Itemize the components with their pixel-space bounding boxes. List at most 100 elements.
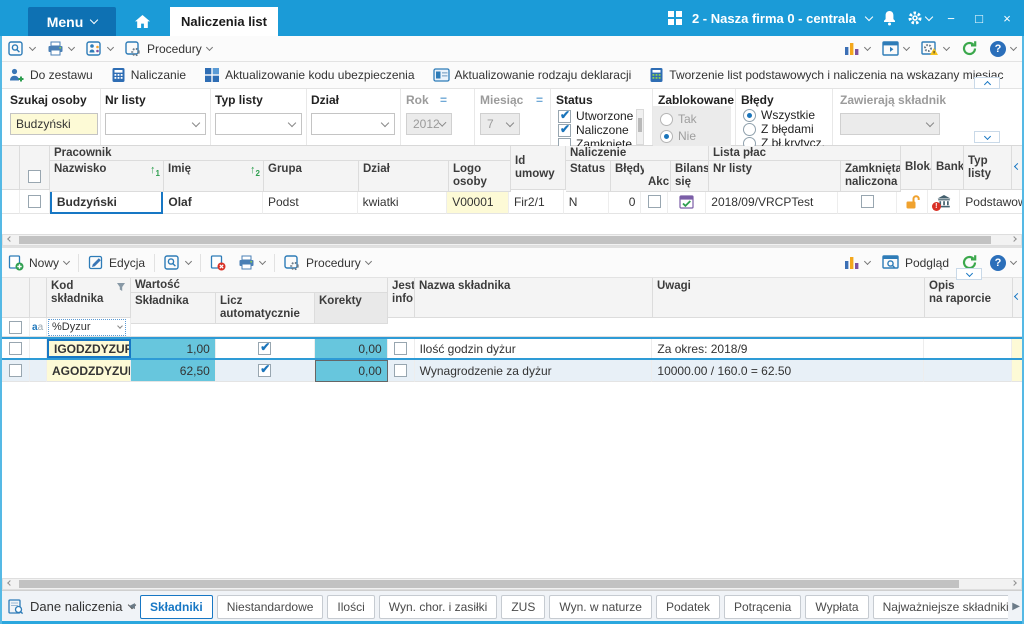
z-bledami-radio[interactable]	[743, 122, 756, 136]
col-blok[interactable]: Blok.	[901, 146, 932, 190]
cell-uwagi[interactable]: Za okres: 2018/9	[652, 339, 925, 358]
col-jest-info[interactable]: Jest info	[388, 278, 415, 318]
select-all-checkbox[interactable]	[28, 170, 41, 183]
col-imie[interactable]: Imię ↑2	[164, 161, 264, 192]
company-chevron-icon[interactable]	[864, 12, 874, 21]
kod-filter-input[interactable]: %Dyzur	[48, 318, 126, 336]
cell-nazwa[interactable]: Ilość godzin dyżur	[415, 339, 653, 358]
export-button[interactable]	[80, 38, 119, 60]
cell-kod[interactable]: IGODZDYZUR	[46, 339, 131, 358]
tab-wyplata[interactable]: Wypłata	[805, 595, 869, 619]
scroll-right-icon[interactable]	[1007, 235, 1021, 245]
maximize-button[interactable]: □	[970, 11, 988, 26]
col-akc[interactable]: Akc	[644, 161, 671, 192]
close-button[interactable]: ×	[998, 11, 1016, 26]
detail-delete-button[interactable]	[204, 252, 232, 274]
tab-niestandardowe[interactable]: Niestandardowe	[216, 595, 324, 619]
tabs-scroll-right-icon[interactable]: ▶	[1012, 601, 1020, 612]
row-select-checkbox[interactable]	[8, 342, 22, 355]
naliczone-checkbox[interactable]	[558, 122, 571, 137]
col-korekty[interactable]: Korekty	[315, 293, 388, 324]
aktualizowanie-rodzaju-button[interactable]: Aktualizowanie rodzaju deklaracji	[427, 64, 638, 86]
minimize-button[interactable]: −	[942, 11, 960, 26]
zawieraja-skladnik-select[interactable]	[840, 113, 940, 135]
miesiac-select[interactable]: 7	[480, 113, 520, 135]
szukaj-osoby-input[interactable]: Budzyński	[10, 113, 98, 135]
help-button[interactable]: ?	[984, 38, 1022, 60]
cell-wartosc[interactable]: 1,00	[130, 339, 216, 358]
cell-akc[interactable]	[641, 190, 669, 214]
podglad-button[interactable]: Podgląd	[876, 252, 955, 274]
cell-licz[interactable]	[216, 339, 315, 358]
cell-kod[interactable]: AGODZDYZUR	[46, 360, 131, 382]
cell-bledy[interactable]: 0	[608, 190, 642, 214]
tab-podatek[interactable]: Podatek	[655, 595, 720, 619]
typ-listy-select[interactable]	[215, 113, 302, 135]
status-option-naliczone[interactable]: Naliczone	[558, 122, 629, 137]
cell-korekty-focused[interactable]: 0,00	[314, 360, 388, 382]
tab-naliczenia-list[interactable]: Naliczenia list	[170, 7, 278, 36]
cell-nazwisko[interactable]: Budzyński	[49, 190, 164, 214]
settings-button[interactable]	[907, 10, 934, 26]
cell-grupa[interactable]: Podst	[262, 190, 358, 214]
col-dzial[interactable]: Dział	[359, 161, 449, 192]
zamknieta-checkbox[interactable]	[860, 195, 874, 208]
tab-ilosci[interactable]: Ilości	[327, 595, 375, 619]
tab-potracenia[interactable]: Potrącenia	[723, 595, 802, 619]
skladniki-row-2[interactable]: AGODZDYZUR 62,50 0,00 Wynagrodzenie za d…	[2, 360, 1023, 382]
cell-jest-info[interactable]	[388, 339, 415, 358]
tab-skladniki[interactable]: Składniki	[140, 595, 213, 619]
edycja-button[interactable]: Edycja	[82, 252, 151, 274]
dane-naliczenia-selector[interactable]: Dane naliczenia	[8, 591, 136, 622]
print-button[interactable]	[41, 38, 80, 60]
cell-nr-listy[interactable]: 2018/09/VRCPTest	[706, 190, 838, 214]
lists-grid-row[interactable]: Budzyński Olaf Podst kwiatki V00001 Fir2…	[2, 190, 1023, 214]
scroll-left-icon[interactable]	[3, 579, 17, 589]
refresh-button[interactable]	[955, 38, 984, 60]
cell-licz[interactable]	[215, 360, 315, 382]
licz-checkbox[interactable]	[258, 340, 272, 355]
nie-radio[interactable]	[660, 129, 673, 143]
col-licz-automatycznie[interactable]: Licz automatycznie	[216, 293, 315, 324]
cell-id-umowy[interactable]: Fir2/1	[508, 190, 564, 214]
jest-info-checkbox[interactable]	[394, 342, 408, 355]
cell-typ-listy[interactable]: Podstawowa	[960, 190, 1023, 214]
col-bledy[interactable]: Błędy	[611, 161, 644, 192]
col-nr-listy[interactable]: Nr listy	[709, 161, 841, 192]
detail-search-button[interactable]	[158, 252, 197, 274]
cell-logo-osoby[interactable]: V00001	[447, 190, 509, 214]
filter-row-checkbox[interactable]	[9, 320, 22, 334]
cell-uwagi[interactable]: 10000.00 / 160.0 = 62.50	[652, 360, 925, 382]
zablokowane-option-tak[interactable]: Tak	[660, 112, 697, 126]
jest-info-checkbox[interactable]	[394, 364, 408, 377]
cell-bank[interactable]: !	[928, 190, 961, 214]
cell-jest-info[interactable]	[387, 360, 415, 382]
cell-bilansuje[interactable]	[668, 190, 707, 214]
detail-print-button[interactable]	[232, 252, 271, 274]
dzial-select[interactable]	[311, 113, 395, 135]
aktualizowanie-kodu-button[interactable]: Aktualizowanie kodu ubezpieczenia	[198, 64, 420, 86]
col-nazwisko[interactable]: Nazwisko ↑1	[50, 161, 164, 192]
col-logo-osoby[interactable]: Logo osoby	[449, 161, 511, 192]
col-bilansuje-sie[interactable]: Bilansuje się	[671, 161, 709, 192]
col-skladnika[interactable]: Składnika	[131, 293, 216, 324]
row-select-checkbox[interactable]	[27, 195, 41, 208]
procedury-button[interactable]: Procedury	[119, 38, 218, 60]
menu-button[interactable]: Menu	[28, 7, 116, 36]
col-zamknieta-naliczona[interactable]: Zamknięta naliczona	[841, 161, 901, 192]
col-nazwa-skladnika[interactable]: Nazwa składnika	[415, 278, 653, 318]
cell-wartosc[interactable]: 62,50	[130, 360, 216, 382]
col-uwagi[interactable]: Uwagi	[653, 278, 925, 318]
row-select-checkbox[interactable]	[8, 364, 22, 377]
cell-status[interactable]: N	[563, 190, 609, 214]
cell-blok[interactable]	[897, 190, 929, 214]
nowy-button[interactable]: Nowy	[2, 252, 75, 274]
rok-select[interactable]: 2012	[406, 113, 452, 135]
skladniki-grid-hscrollbar[interactable]	[2, 578, 1022, 590]
naliczanie-button[interactable]: Naliczanie	[105, 64, 192, 86]
tab-wyn-w-naturze[interactable]: Wyn. w naturze	[549, 595, 652, 619]
scroll-right-icon[interactable]	[1007, 579, 1021, 589]
notifications-bell-icon[interactable]	[882, 10, 897, 26]
app-grid-icon[interactable]	[667, 11, 682, 25]
licz-checkbox[interactable]	[258, 362, 272, 377]
